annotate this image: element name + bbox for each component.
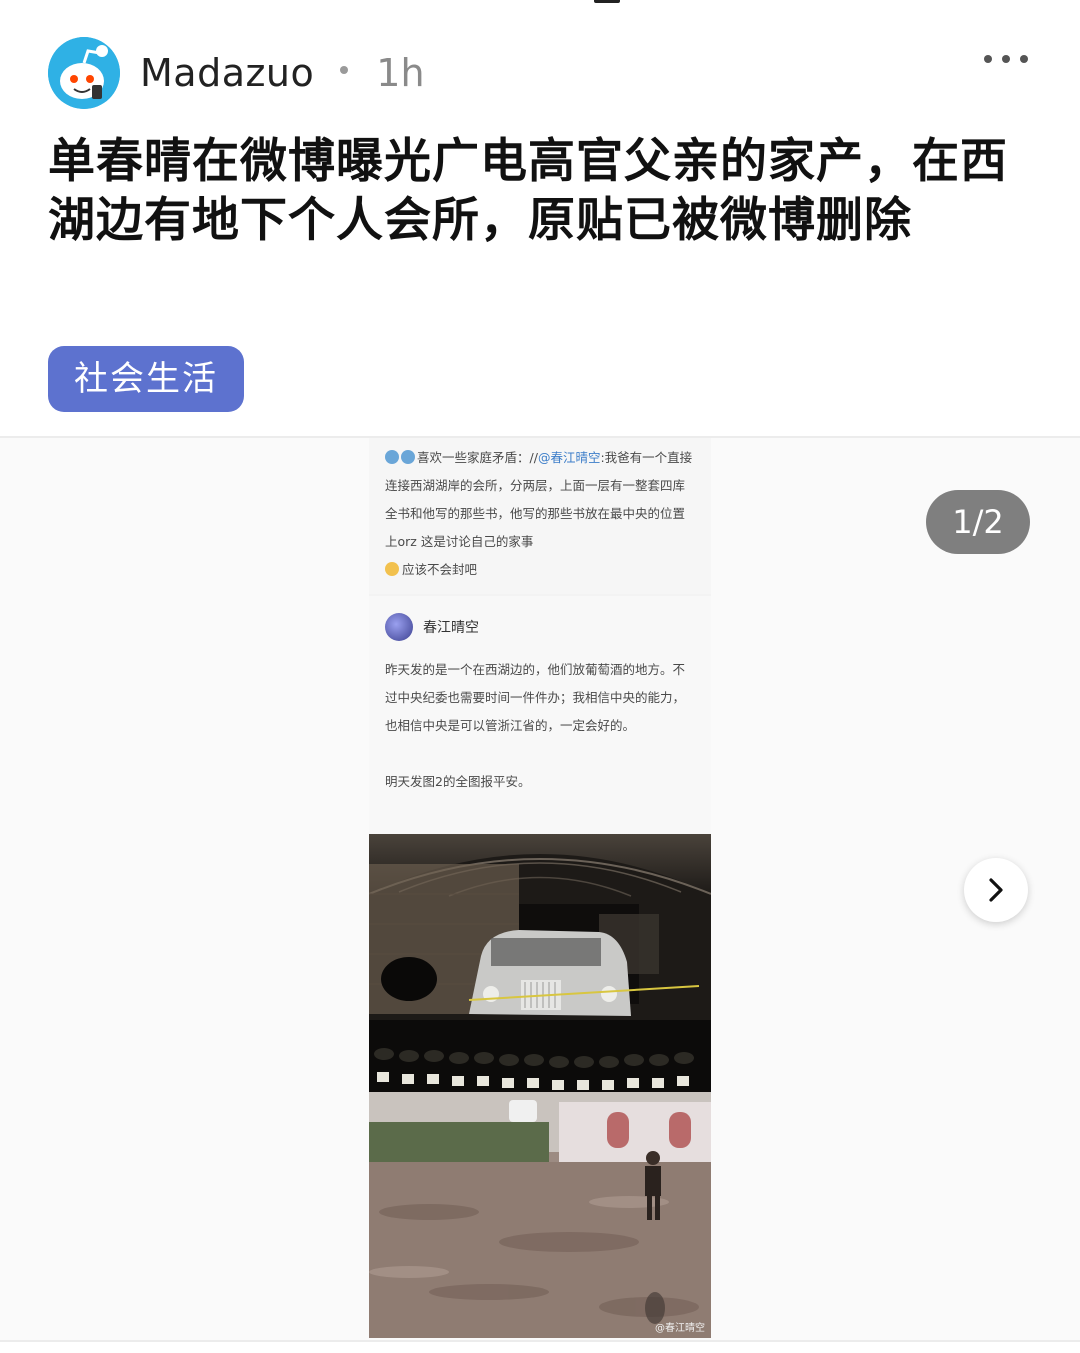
more-options-button[interactable]: [984, 44, 1028, 74]
courtyard-image: [369, 1092, 711, 1338]
wine-cellar-image: [369, 834, 711, 1092]
inner-avatar: [385, 613, 413, 641]
flair-badge[interactable]: 社会生活: [48, 346, 244, 412]
repost-text: 喜欢一些家庭矛盾：//@春江晴空:我爸有一个直接连接西湖湖岸的会所，分两层，上面…: [385, 444, 697, 584]
emoji-icon: [401, 450, 415, 464]
courtyard-photo: @春江晴空: [369, 1092, 711, 1338]
original-post-block: 春江晴空 昨天发的是一个在西湖边的，他们放葡萄酒的地方。不过中央纪委也需要时间一…: [369, 596, 711, 834]
post-title[interactable]: 单春晴在微博曝光广电高官父亲的家产，在西湖边有地下个人会所，原贴已被微博删除: [48, 132, 1038, 250]
post-header: Madazuo 1h: [48, 37, 1038, 109]
more-dots-icon: [984, 55, 992, 63]
image-watermark: @春江晴空: [655, 1323, 705, 1334]
avatar[interactable]: [48, 37, 120, 109]
repost-user: 喜欢一些家庭矛盾：: [417, 450, 530, 465]
chevron-right-icon: [989, 878, 1003, 902]
author-name[interactable]: Madazuo: [140, 51, 314, 95]
snoo-avatar-icon: [48, 37, 120, 109]
sad-emoji-icon: [385, 562, 399, 576]
status-notch: [594, 0, 620, 3]
inner-author-name: 春江晴空: [423, 620, 479, 636]
image-gallery[interactable]: 喜欢一些家庭矛盾：//@春江晴空:我爸有一个直接连接西湖湖岸的会所，分两层，上面…: [0, 436, 1080, 1342]
repost-block: 喜欢一些家庭矛盾：//@春江晴空:我爸有一个直接连接西湖湖岸的会所，分两层，上面…: [369, 438, 711, 594]
gallery-image[interactable]: 喜欢一些家庭矛盾：//@春江晴空:我爸有一个直接连接西湖湖岸的会所，分两层，上面…: [369, 438, 711, 1338]
repost-mention: @春江晴空: [537, 450, 601, 465]
post-time: 1h: [376, 51, 425, 95]
inner-post-text: 昨天发的是一个在西湖边的，他们放葡萄酒的地方。不过中央纪委也需要时间一件件办；我…: [385, 662, 686, 733]
inner-post-text-2: 明天发图2的全图报平安。: [385, 774, 531, 789]
separator-dot: [340, 66, 349, 74]
emoji-icon: [385, 450, 399, 464]
inner-author-row: 春江晴空: [385, 612, 695, 642]
wine-cellar-photo: [369, 834, 711, 1092]
gallery-counter: 1/2: [926, 490, 1030, 554]
repost-tail: 应该不会封吧: [402, 562, 478, 577]
repost-separator: //: [529, 450, 538, 465]
next-image-button[interactable]: [964, 858, 1028, 922]
